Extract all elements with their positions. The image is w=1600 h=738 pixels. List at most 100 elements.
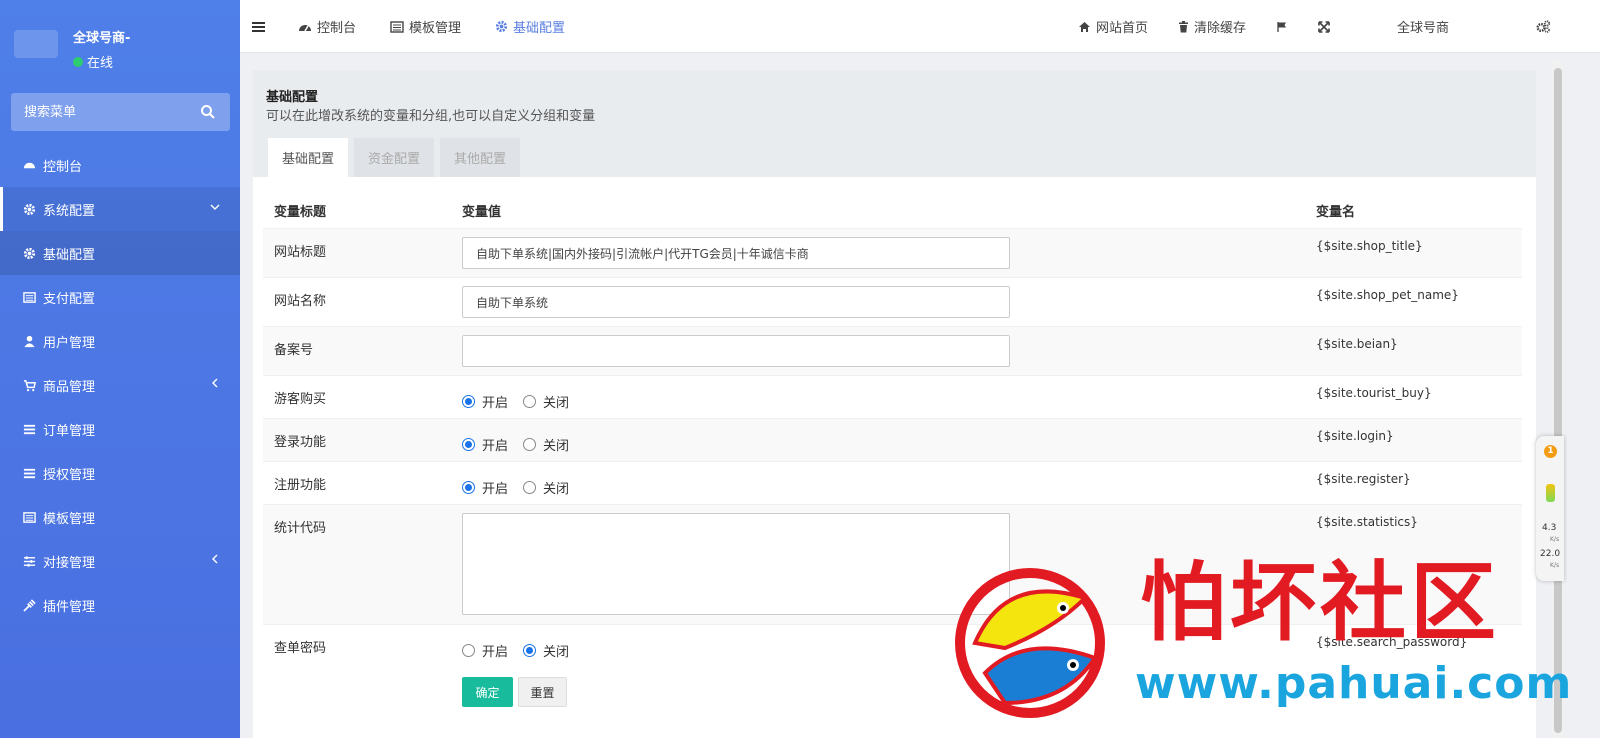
top-navbar: 控制台 模板管理 基础配置 网站首页 清除缓存 全球号商 [240, 0, 1600, 53]
sidebar-item-plugin-management[interactable]: 插件管理 [0, 583, 240, 627]
variable-name: {$site.beian} [1316, 337, 1398, 351]
radio-label: 关闭 [543, 645, 570, 660]
tab-template-management[interactable]: 模板管理 [390, 0, 461, 53]
chevron-left-icon [212, 378, 218, 388]
table-row: 游客购买 开启 关闭 {$site.tourist_buy} [263, 375, 1522, 418]
shop-name-input[interactable] [462, 286, 1010, 318]
sidebar-item-product-management[interactable]: 商品管理 [0, 363, 240, 407]
fullscreen-icon [1318, 20, 1330, 33]
radio-label: 关闭 [543, 396, 570, 411]
clear-cache-button[interactable]: 清除缓存 [1178, 0, 1246, 53]
sidebar-item-user-management[interactable]: 用户管理 [0, 319, 240, 363]
site-home-link[interactable]: 网站首页 [1078, 0, 1148, 53]
bars-icon [22, 466, 36, 480]
search-icon[interactable] [200, 104, 216, 120]
radio-label: 开启 [482, 396, 509, 411]
online-dot-icon [73, 56, 83, 67]
tab-basic[interactable]: 基础配置 [268, 138, 349, 177]
sidebar-item-license-management[interactable]: 授权管理 [0, 451, 240, 495]
dashboard-icon [22, 158, 36, 172]
list-icon [22, 510, 36, 524]
radio-label: 关闭 [543, 482, 570, 497]
reset-button[interactable]: 重置 [518, 677, 567, 707]
settings-button[interactable] [1536, 0, 1556, 53]
row-label: 网站标题 [274, 245, 327, 260]
list-icon [390, 20, 404, 33]
row-label: 游客购买 [274, 392, 327, 407]
sidebar-item-basic-config[interactable]: 基础配置 [0, 231, 240, 275]
radio-on[interactable] [462, 481, 475, 494]
sidebar-item-label: 对接管理 [43, 555, 96, 571]
sidebar-item-order-management[interactable]: 订单管理 [0, 407, 240, 451]
user-menu[interactable]: 全球号商 [1397, 0, 1449, 53]
tab-other[interactable]: 其他配置 [440, 138, 521, 177]
radio-on[interactable] [462, 438, 475, 451]
variable-name: {$site.statistics} [1316, 515, 1418, 529]
plug-icon [22, 598, 36, 612]
watermark-url: www.pahuai.com [1135, 658, 1573, 709]
clear-cache-label: 清除缓存 [1194, 21, 1247, 36]
config-tabs: 基础配置 资金配置 其他配置 [268, 138, 526, 177]
beian-input[interactable] [462, 335, 1010, 367]
avatar[interactable] [14, 30, 58, 58]
sidebar-item-payment-config[interactable]: 支付配置 [0, 275, 240, 319]
menu-toggle-button[interactable] [252, 0, 270, 53]
upload-speed: 4.3 [1542, 523, 1557, 533]
statistics-code-textarea[interactable] [462, 513, 1010, 615]
status-label: 在线 [87, 56, 114, 71]
tab-basic-config[interactable]: 基础配置 [495, 0, 565, 53]
sidebar-item-system-config[interactable]: 系统配置 [0, 187, 240, 231]
chevron-left-icon [212, 554, 218, 564]
gears-icon [1536, 20, 1551, 33]
radio-on[interactable] [462, 395, 475, 408]
radio-off[interactable] [523, 644, 537, 657]
user-panel: 全球号商- 在线 [0, 0, 240, 85]
user-menu-label: 全球号商 [1397, 21, 1450, 36]
sidebar-item-label: 授权管理 [43, 467, 96, 483]
watermark-title: 怕坏社区 [1140, 552, 1500, 653]
table-row: 登录功能 开启 关闭 {$site.login} [263, 418, 1522, 461]
shop-title-input[interactable] [462, 237, 1010, 269]
language-button[interactable] [1276, 0, 1293, 53]
gear-icon [495, 20, 508, 33]
sidebar-item-label: 用户管理 [43, 335, 96, 351]
radio-off[interactable] [523, 481, 537, 494]
notification-badge: 1 [1544, 445, 1557, 458]
variable-name: {$site.register} [1316, 472, 1411, 486]
sidebar-item-integration-management[interactable]: 对接管理 [0, 539, 240, 583]
table-row: 备案号 {$site.beian} [263, 326, 1522, 375]
row-label: 注册功能 [274, 478, 327, 493]
dashboard-icon [299, 24, 311, 31]
tab-dashboard[interactable]: 控制台 [298, 0, 356, 53]
tab-funds[interactable]: 资金配置 [354, 138, 435, 177]
search-menu-input[interactable] [11, 93, 191, 131]
radio-off[interactable] [523, 395, 537, 408]
submit-button[interactable]: 确定 [462, 677, 513, 707]
column-header: 变量值 [462, 205, 502, 220]
sidebar-menu: 控制台 系统配置 基础配置 支付配置 用户管理 商品管理 订单管理 授权管理 模… [0, 143, 240, 627]
trash-icon [1179, 20, 1188, 32]
sidebar-item-template-management[interactable]: 模板管理 [0, 495, 240, 539]
table-row: 注册功能 开启 关闭 {$site.register} [263, 461, 1522, 504]
gear-icon [22, 246, 36, 260]
hamburger-icon [252, 21, 265, 32]
tourist-buy-radio-group: 开启 关闭 [462, 392, 584, 411]
table-row: 网站名称 {$site.shop_pet_name} [263, 277, 1522, 326]
variable-name: {$site.shop_pet_name} [1316, 288, 1459, 302]
sidebar-item-label: 模板管理 [43, 511, 96, 527]
table-row: 网站标题 {$site.shop_title} [263, 228, 1522, 277]
radio-label: 开启 [482, 645, 509, 660]
variable-name: {$site.login} [1316, 429, 1394, 443]
fullscreen-button[interactable] [1318, 0, 1335, 53]
login-radio-group: 开启 关闭 [462, 435, 584, 454]
radio-on[interactable] [462, 644, 475, 657]
list-icon [22, 290, 36, 304]
radio-off[interactable] [523, 438, 537, 451]
sidebar: 全球号商- 在线 控制台 系统配置 基础配置 支付配置 用户管理 [0, 0, 240, 738]
sidebar-item-dashboard[interactable]: 控制台 [0, 143, 240, 187]
table-header: 变量标题 变量值 变量名 [253, 177, 1536, 228]
row-label: 登录功能 [274, 435, 327, 450]
row-label: 网站名称 [274, 294, 327, 309]
tab-label: 模板管理 [409, 21, 462, 36]
tab-label: 控制台 [317, 21, 357, 36]
